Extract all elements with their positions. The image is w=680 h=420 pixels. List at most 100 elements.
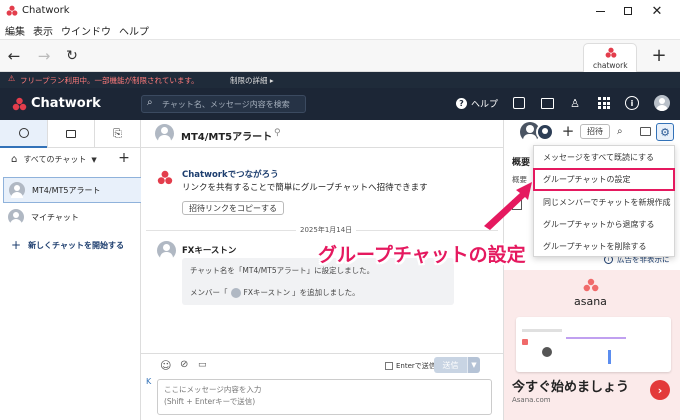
apps-grid-icon[interactable] [598,97,610,109]
ad-brand: asana [574,295,607,308]
forward-arrow-icon[interactable]: → [36,47,52,65]
menu-window[interactable]: ウインドウ [61,23,111,38]
new-tab-button[interactable]: + [650,45,668,66]
task-check-icon[interactable] [513,97,525,109]
bookmark-icon: ⎘ [113,126,122,140]
emoji-icon[interactable]: ☺ [160,359,171,372]
overview-title: 概要 [512,158,531,168]
message-input-placeholder-1: ここにメッセージ内容を入力 [164,385,262,394]
menu-delete-group-chat[interactable]: グループチャットを削除する [534,235,674,257]
member-avatar [230,287,241,298]
attach-icon[interactable]: ⊘ [180,359,188,370]
asana-logo-icon [583,278,599,295]
chat-search-icon[interactable]: ⌕ [617,126,623,137]
add-member-button[interactable]: + [561,122,575,140]
sidebar: ⎘ ⌂ すべてのチャット ▼ + MT4/MT5アラート マイチャット + 新し… [0,119,156,420]
info-icon[interactable]: i [625,96,639,110]
chevron-down-icon: ▼ [91,155,97,164]
composer-divider [141,353,503,354]
send-button[interactable]: 送信 [434,357,467,373]
sidebar-item-mt4-alert[interactable]: MT4/MT5アラート [3,177,156,203]
invite-button[interactable]: 招待 [580,124,610,139]
new-chat-label: 新しくチャットを開始する [28,240,124,250]
warning-icon: ⚠ [8,74,16,83]
chat-files-icon[interactable] [640,127,651,136]
reload-icon[interactable]: ↻ [64,48,80,64]
menu-new-chat-same-members[interactable]: 同じメンバーでチャットを新規作成 [534,191,674,213]
maximize-button[interactable] [620,3,636,19]
minimize-button[interactable] [592,3,608,19]
help-label: ヘルプ [471,100,499,110]
chat-header: MT4/MT5アラート ⚲ [141,120,503,148]
message-line-2-suffix: 」を追加しました。 [292,288,360,297]
user-avatar[interactable] [654,95,670,111]
message-member-name[interactable]: FXキーストン [244,287,291,298]
chatwork-logo-icon [6,5,18,17]
close-window-button[interactable]: ✕ [648,2,666,20]
gear-icon[interactable]: ⚙ [656,123,674,141]
browser-navbar: ← → ↻ chatwork + [0,40,680,72]
question-icon: ? [456,98,467,109]
menu-leave-group-chat[interactable]: グループチャットから退席する [534,213,674,235]
new-chat-link[interactable]: + 新しくチャットを開始する [11,238,124,252]
chatwork-tab-icon [605,47,617,62]
chat-filter[interactable]: ⌂ すべてのチャット ▼ [11,154,97,165]
enter-send-label: Enterで送信 [396,362,436,370]
browser-tab[interactable]: chatwork [583,43,637,72]
menu-edit[interactable]: 編集 [5,23,25,38]
message-input[interactable]: ここにメッセージ内容を入力 (Shift + Enterキーで送信) [157,379,492,415]
brand-name: Chatwork [31,96,101,111]
window-titlebar: Chatwork ✕ [0,0,680,22]
date-divider: 2025年1月14日 [296,225,357,235]
home-icon: ⌂ [11,154,18,165]
tab-chat[interactable] [0,119,47,148]
chat-bubble-icon [18,127,29,138]
sidebar-item-my-chat[interactable]: マイチャット [3,205,139,231]
ad-banner[interactable]: asana 今すぐ始めましょう Asana.com › [504,270,680,420]
group-avatar [9,182,25,198]
add-chat-button[interactable]: + [118,150,130,166]
collapse-sidebar-icon[interactable]: K [146,377,151,386]
message-line-2: メンバー「 FXキーストン 」を追加しました。 [190,287,360,298]
menu-bar: 編集 表示 ウインドウ ヘルプ [0,22,680,40]
menu-group-chat-settings[interactable]: グループチャットの設定 [533,168,675,191]
to-icon [66,129,76,138]
video-icon[interactable]: ▭ [198,360,207,370]
plus-icon: + [11,238,22,252]
sender-avatar[interactable] [157,241,176,260]
callout-text: グループチャットの設定 [318,244,526,266]
chat-avatar [155,124,174,143]
search-input[interactable]: チャット名、メッセージ内容を検索 [162,99,290,110]
menu-view[interactable]: 表示 [33,23,53,38]
window-title: Chatwork [22,5,70,16]
menu-mark-all-read[interactable]: メッセージをすべて既読にする [534,146,674,168]
tab-mentions[interactable] [47,119,94,148]
chat-title: MT4/MT5アラート [181,132,273,143]
copy-invite-link-button[interactable]: 招待リンクをコピーする [182,201,284,215]
ad-headline: 今すぐ始めましょう [512,380,630,395]
banner-details-link[interactable]: 制限の詳細 ▸ [230,75,274,86]
search-icon: ⌕ [147,97,153,108]
enter-send-checkbox[interactable] [385,362,393,370]
sidebar-tabs: ⎘ [0,119,140,148]
tab-bookmarks[interactable]: ⎘ [94,119,140,148]
chat-filter-label: すべてのチャット [23,155,87,164]
app-header: Chatwork ⌕ チャット名、メッセージ内容を検索 ? ヘルプ ♙ i [0,88,680,120]
sidebar-item-label: MT4/MT5アラート [32,186,101,195]
ad-arrow-button[interactable]: › [650,380,670,400]
ad-url: Asana.com [512,396,551,404]
my-avatar [8,209,24,225]
help-button[interactable]: ? ヘルプ [456,97,498,110]
send-options-chevron[interactable]: ▼ [467,357,480,373]
contacts-icon[interactable]: ♙ [568,96,582,110]
pin-icon[interactable]: ⚲ [274,128,281,138]
member-list-icon[interactable] [536,123,554,141]
message-line-2-prefix: メンバー「 [190,288,228,297]
menu-help[interactable]: ヘルプ [119,23,149,38]
back-arrow-icon[interactable]: ← [6,47,22,65]
enter-send-toggle[interactable]: Enterで送信 [385,361,436,371]
folder-icon[interactable] [541,98,554,109]
banner-message: フリープラン利用中。一部機能が制限されています。 [20,76,199,85]
message-sender: FXキーストン [182,246,237,256]
search-box[interactable]: ⌕ チャット名、メッセージ内容を検索 [141,95,306,113]
